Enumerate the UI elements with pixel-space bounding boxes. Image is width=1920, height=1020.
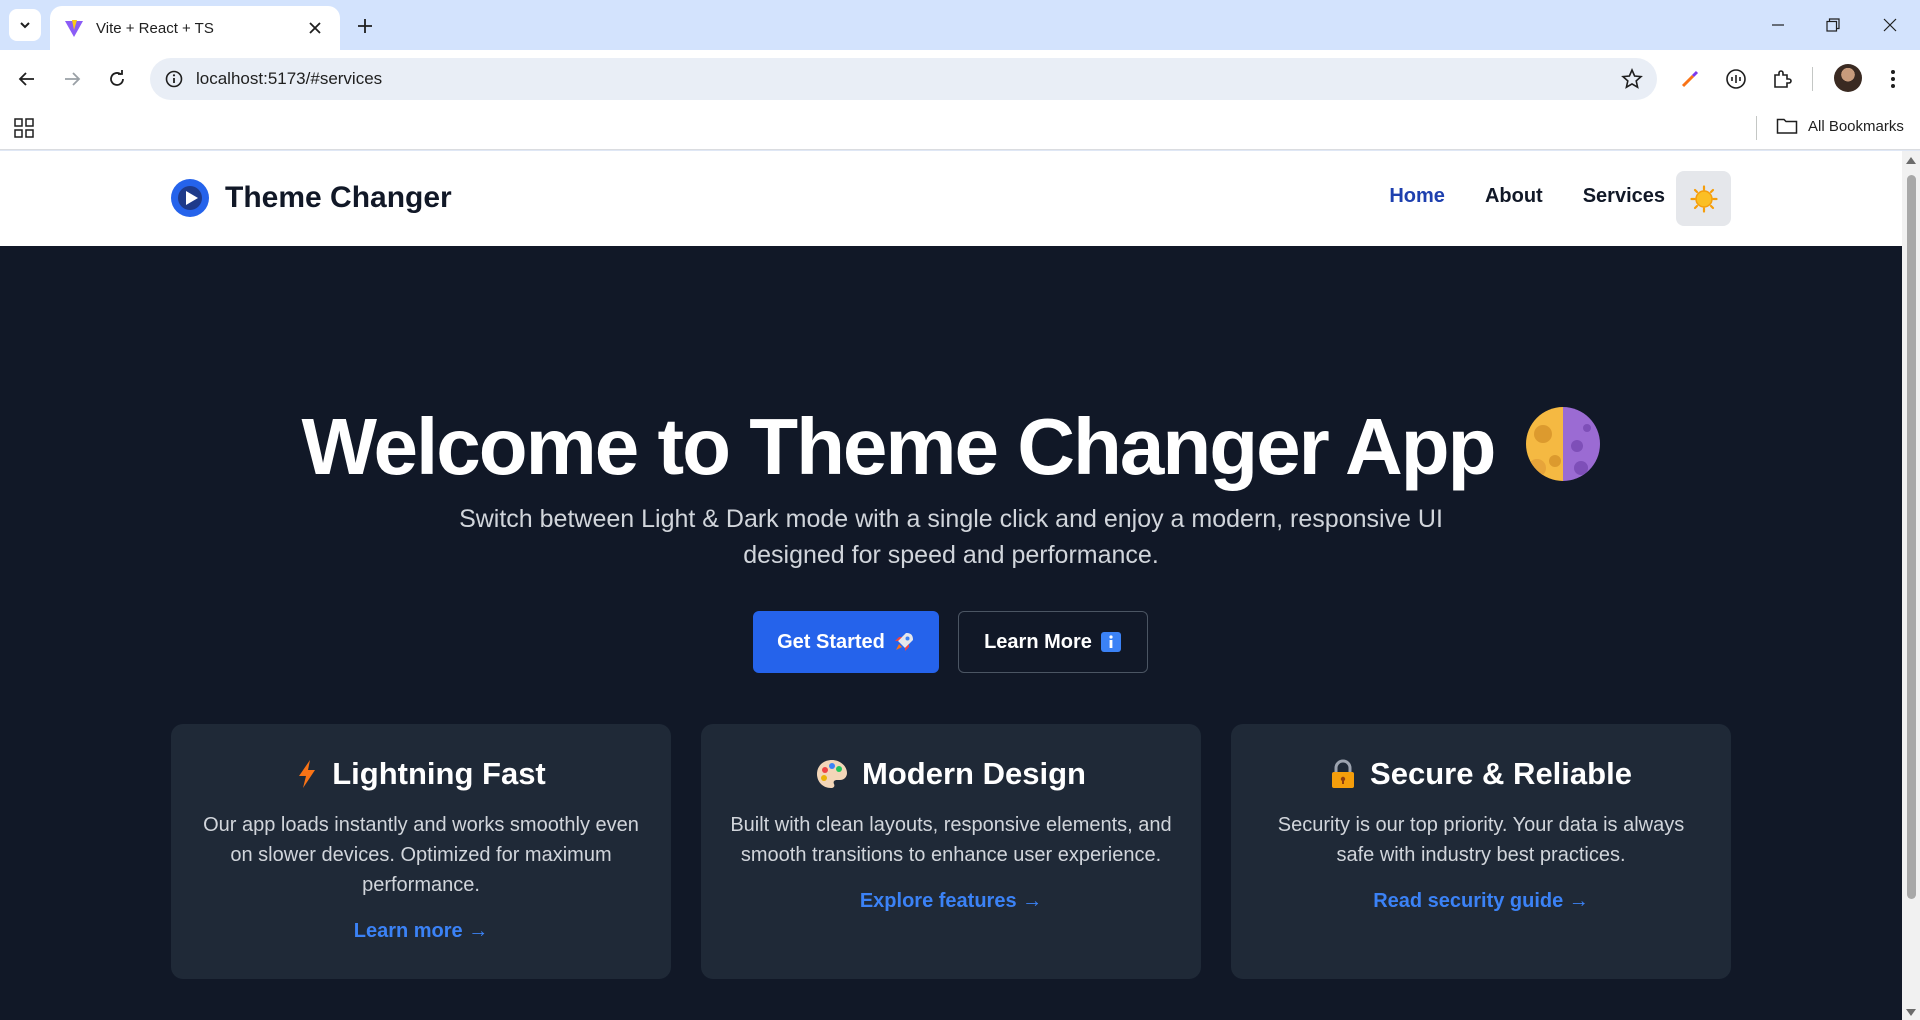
- new-tab-button[interactable]: [350, 11, 380, 41]
- performance-extension-icon[interactable]: [1723, 66, 1749, 92]
- card-title-text: Lightning Fast: [332, 756, 546, 791]
- learn-more-link[interactable]: Learn more →: [354, 920, 488, 943]
- read-security-guide-link[interactable]: Read security guide →: [1373, 890, 1589, 913]
- card-title-text: Secure & Reliable: [1370, 756, 1632, 791]
- tab-search-button[interactable]: [9, 9, 41, 41]
- browser-toolbar: localhost:5173/#services: [0, 50, 1920, 108]
- theme-toggle-button[interactable]: [1676, 171, 1731, 226]
- close-window-button[interactable]: [1870, 8, 1910, 42]
- moon-icon: [1525, 407, 1600, 481]
- card-title-text: Modern Design: [862, 756, 1086, 791]
- arrow-left-icon: [18, 72, 34, 86]
- restore-icon: [1826, 18, 1840, 32]
- browser-tab-bar: Vite + React + TS: [0, 0, 1920, 50]
- nav-home[interactable]: Home: [1389, 185, 1445, 208]
- learn-more-button[interactable]: Learn More: [958, 611, 1148, 673]
- minimize-button[interactable]: [1758, 8, 1798, 42]
- feature-card-secure: Secure & Reliable Security is our top pr…: [1231, 724, 1731, 979]
- get-started-label: Get Started: [777, 630, 885, 653]
- vite-logo-icon: [65, 20, 83, 37]
- feature-card-design: Modern Design Built with clean layouts, …: [701, 724, 1201, 979]
- scroll-down-arrow[interactable]: [1906, 1009, 1916, 1016]
- close-icon: [1883, 18, 1897, 32]
- back-button[interactable]: [9, 61, 45, 97]
- play-logo-icon: [171, 179, 209, 217]
- color-picker-extension-icon[interactable]: [1677, 66, 1703, 92]
- rocket-icon: [894, 633, 913, 651]
- card-title: Lightning Fast: [199, 756, 643, 792]
- lightning-icon: [299, 760, 316, 788]
- card-text: Built with clean layouts, responsive ele…: [730, 814, 1172, 866]
- toolbar-divider: [1812, 67, 1813, 91]
- learn-more-label: Learn More: [984, 630, 1092, 653]
- bookmarks-divider: [1756, 116, 1757, 140]
- all-bookmarks-button[interactable]: All Bookmarks: [1776, 117, 1904, 135]
- folder-icon: [1776, 118, 1798, 134]
- tab-title: Vite + React + TS: [96, 19, 214, 37]
- tab-close-button[interactable]: [304, 17, 326, 39]
- explore-features-link[interactable]: Explore features →: [860, 890, 1042, 913]
- nav-services[interactable]: Services: [1583, 185, 1665, 208]
- bookmark-star-icon[interactable]: [1621, 68, 1643, 90]
- site-info-icon[interactable]: [164, 69, 184, 89]
- profile-avatar[interactable]: [1834, 64, 1862, 92]
- apps-grid-icon[interactable]: [13, 117, 35, 139]
- kebab-menu-icon: [1891, 70, 1895, 88]
- palette-icon: [817, 760, 848, 788]
- hero-subtitle: Switch between Light & Dark mode with a …: [459, 505, 1443, 569]
- reload-icon: [110, 70, 124, 86]
- scroll-up-arrow[interactable]: [1906, 157, 1916, 164]
- hero-title-text: Welcome to Theme Changer App: [301, 402, 1496, 491]
- reload-button[interactable]: [99, 61, 135, 97]
- extensions-puzzle-icon[interactable]: [1769, 66, 1795, 92]
- info-icon: [1100, 632, 1121, 652]
- restore-button[interactable]: [1813, 8, 1853, 42]
- minimize-icon: [1772, 24, 1784, 26]
- card-text: Our app loads instantly and works smooth…: [203, 814, 639, 896]
- page-viewport: Theme Changer Home About Services Welcom…: [0, 151, 1902, 1020]
- card-title: Secure & Reliable: [1259, 756, 1703, 792]
- lock-icon: [1332, 759, 1355, 788]
- main-nav: Home About Services: [1389, 185, 1665, 208]
- browser-tab[interactable]: Vite + React + TS: [50, 6, 340, 50]
- chevron-down-icon: [20, 22, 30, 29]
- url-text[interactable]: localhost:5173/#services: [196, 69, 382, 89]
- nav-about[interactable]: About: [1485, 185, 1543, 208]
- arrow-right-icon: [65, 72, 81, 86]
- scrollbar-thumb[interactable]: [1907, 175, 1916, 899]
- brand-name: Theme Changer: [225, 181, 452, 214]
- feature-card-fast: Lightning Fast Our app loads instantly a…: [171, 724, 671, 979]
- hero-title: Welcome to Theme Changer App: [0, 401, 1902, 493]
- bookmarks-bar: All Bookmarks: [0, 108, 1920, 150]
- page-scrollbar[interactable]: [1902, 151, 1920, 1020]
- forward-button[interactable]: [54, 61, 90, 97]
- get-started-button[interactable]: Get Started: [753, 611, 939, 673]
- browser-menu-button[interactable]: [1880, 66, 1906, 92]
- plus-icon: [358, 19, 372, 33]
- all-bookmarks-label: All Bookmarks: [1808, 117, 1904, 135]
- site-navbar: Theme Changer Home About Services: [0, 151, 1902, 246]
- sun-icon: [1689, 184, 1718, 213]
- card-title: Modern Design: [729, 756, 1173, 792]
- brand[interactable]: Theme Changer: [170, 178, 452, 218]
- card-text: Security is our top priority. Your data …: [1277, 814, 1685, 866]
- address-bar[interactable]: localhost:5173/#services: [150, 58, 1657, 100]
- close-icon: [309, 22, 321, 34]
